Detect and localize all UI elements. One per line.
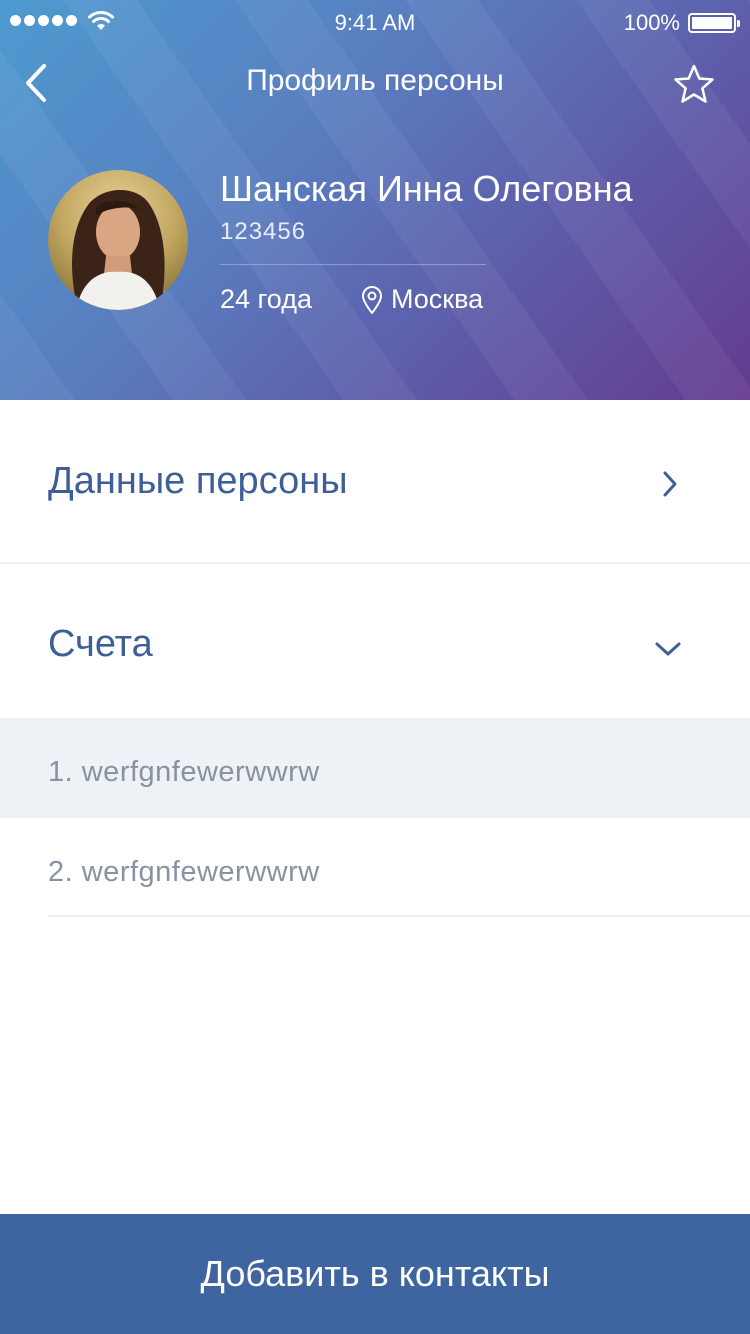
account-item[interactable]: 2. werfgnfewerwwrw (0, 818, 750, 916)
account-item-label: 2. werfgnfewerwwrw (48, 856, 320, 888)
battery-icon (688, 13, 740, 33)
account-item[interactable]: 1. werfgnfewerwwrw (0, 718, 750, 818)
account-item-label: 1. werfgnfewerwwrw (48, 756, 320, 788)
list-divider (48, 915, 750, 917)
person-age: 24 года (220, 284, 312, 314)
star-icon[interactable] (672, 63, 716, 107)
accounts-row[interactable]: Счета (0, 566, 750, 718)
chevron-down-icon (655, 642, 681, 656)
person-id: 123456 (220, 218, 307, 245)
person-name: Шанская Инна Олеговна (220, 168, 633, 209)
profile-header: 9:41 AM 100% Профиль персоны Шанская Инн… (0, 0, 750, 400)
accounts-label: Счета (48, 623, 153, 665)
map-pin-icon (362, 286, 382, 314)
add-to-contacts-button[interactable]: Добавить в контакты (0, 1214, 750, 1334)
person-data-label: Данные персоны (48, 460, 348, 502)
chevron-right-icon (663, 471, 677, 497)
person-data-row[interactable]: Данные персоны (0, 400, 750, 564)
avatar (48, 170, 188, 310)
page-title: Профиль персоны (246, 64, 504, 97)
header-divider (220, 264, 486, 265)
person-city: Москва (391, 284, 484, 314)
status-bar: 9:41 AM 100% (0, 0, 750, 44)
battery-percentage: 100% (623, 10, 680, 35)
